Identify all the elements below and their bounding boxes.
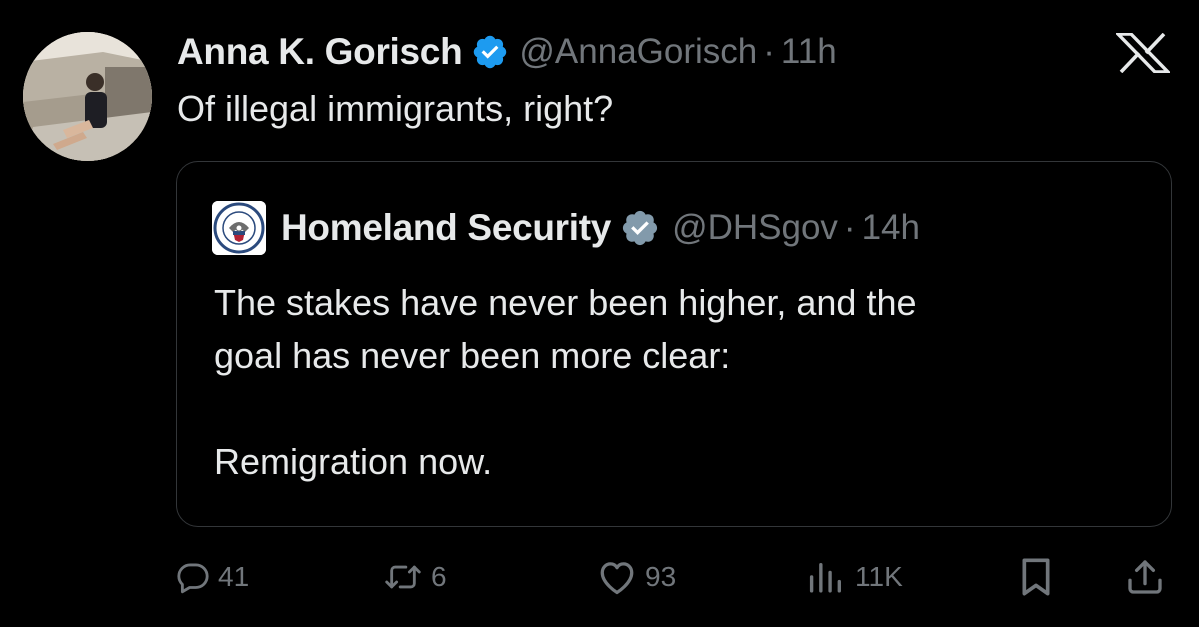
like-button[interactable]: 93 xyxy=(597,552,676,602)
quoted-post-header: Homeland Security @DHSgov · 14h xyxy=(212,200,920,256)
reply-button[interactable]: 41 xyxy=(176,552,249,602)
x-logo-icon xyxy=(1116,33,1170,73)
post-text: Of illegal immigrants, right? xyxy=(177,88,614,129)
quoted-text-line: goal has never been more clear: xyxy=(214,335,731,376)
share-icon xyxy=(1125,557,1165,597)
separator-dot: · xyxy=(763,32,775,71)
quoted-handle[interactable]: @DHSgov xyxy=(672,208,838,248)
quoted-text-blank-line xyxy=(214,382,1134,435)
author-display-name[interactable]: Anna K. Gorisch xyxy=(177,31,463,73)
repost-button[interactable]: 6 xyxy=(383,552,447,602)
views-icon xyxy=(807,560,847,594)
reply-icon xyxy=(176,560,210,594)
bookmark-button[interactable] xyxy=(1018,552,1054,602)
post-timestamp[interactable]: 11h xyxy=(781,32,837,72)
repost-count: 6 xyxy=(431,561,447,592)
quoted-timestamp[interactable]: 14h xyxy=(862,208,920,248)
tweet[interactable]: Anna K. Gorisch @AnnaGorisch · 11h Of il… xyxy=(0,0,1199,627)
quoted-post-text: The stakes have never been higher, and t… xyxy=(214,276,1134,488)
quoted-separator-dot: · xyxy=(843,208,856,247)
post-header: Anna K. Gorisch @AnnaGorisch · 11h xyxy=(177,28,837,76)
quoted-post[interactable]: Homeland Security @DHSgov · 14h The stak… xyxy=(176,161,1172,527)
author-handle[interactable]: @AnnaGorisch xyxy=(519,32,757,72)
quoted-text-line: The stakes have never been higher, and t… xyxy=(214,282,917,323)
like-count: 93 xyxy=(645,561,677,592)
views-count: 11K xyxy=(855,561,903,592)
views-button[interactable]: 11K xyxy=(807,552,903,602)
repost-icon xyxy=(383,560,423,594)
heart-icon xyxy=(597,559,637,595)
author-avatar[interactable] xyxy=(23,32,152,161)
share-button[interactable] xyxy=(1125,552,1165,602)
verified-badge-icon[interactable] xyxy=(471,33,509,71)
action-bar: 41 6 93 11K xyxy=(0,552,1199,602)
dhs-seal-avatar[interactable] xyxy=(212,201,266,255)
gray-verified-badge-icon[interactable] xyxy=(620,208,660,248)
bookmark-icon xyxy=(1018,557,1054,597)
quoted-text-line: Remigration now. xyxy=(214,441,493,482)
reply-count: 41 xyxy=(218,561,250,592)
quoted-display-name[interactable]: Homeland Security xyxy=(281,207,611,249)
